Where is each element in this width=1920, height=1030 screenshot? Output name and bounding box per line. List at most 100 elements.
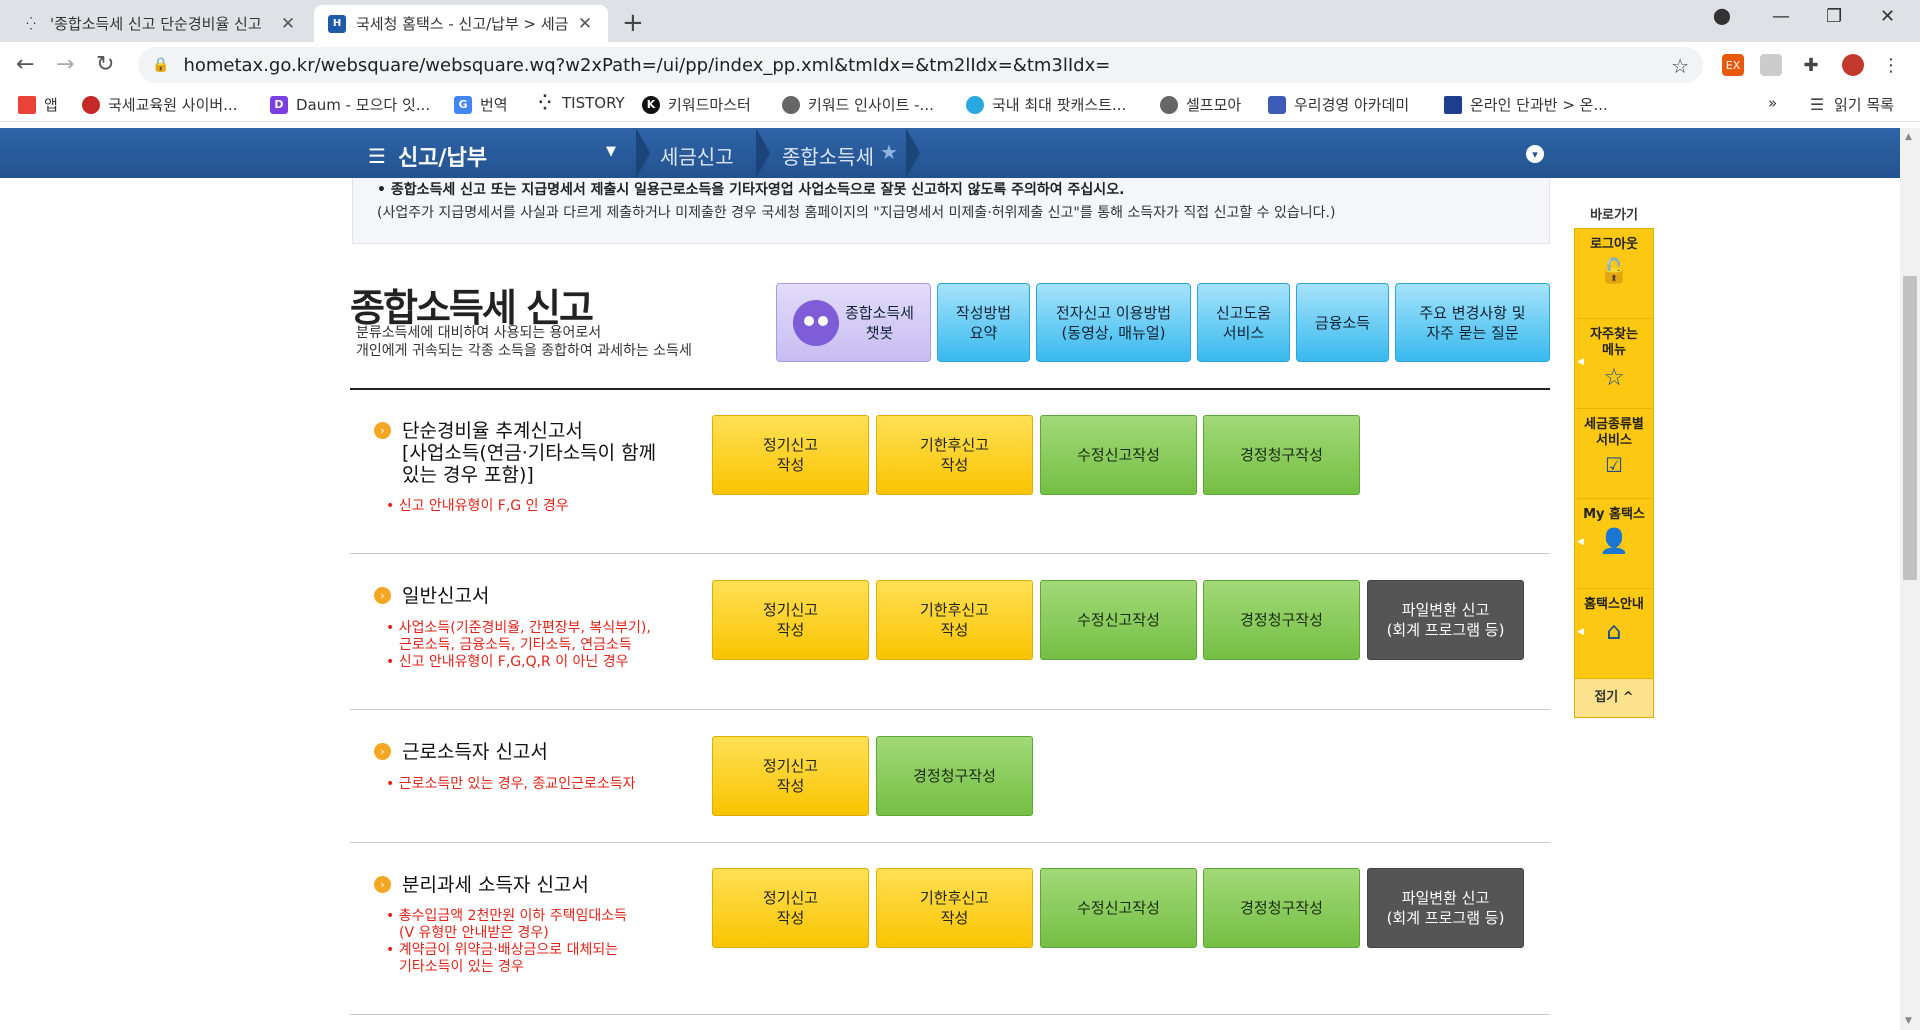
scrollbar-thumb[interactable] bbox=[1903, 276, 1917, 580]
breadcrumb-income-tax[interactable]: 종합소득세 bbox=[782, 141, 874, 170]
globe-icon bbox=[782, 95, 800, 114]
bookmark-item[interactable]: 국세교육원 사이버... bbox=[82, 94, 237, 115]
amend-filing-button[interactable]: 수정신고작성 bbox=[1040, 868, 1197, 948]
close-tab-icon[interactable]: ✕ bbox=[279, 14, 297, 34]
browser-tab-strip: ⁛ '종합소득세 신고 단순경비율 신고 ✕ H 국세청 홈택스 - 신고/납부… bbox=[0, 0, 1920, 42]
minimize-icon[interactable]: — bbox=[1772, 6, 1790, 27]
restore-icon[interactable]: ❐ bbox=[1826, 6, 1842, 27]
bookmark-item[interactable]: D Daum - 모으다 잇... bbox=[270, 94, 430, 115]
reading-list-icon: ☰ bbox=[1809, 95, 1825, 114]
breadcrumb-separator bbox=[636, 128, 650, 178]
bookmark-item[interactable]: K 키워드마스터 bbox=[642, 94, 751, 115]
star-icon: ☆ bbox=[1603, 363, 1625, 391]
refund-claim-button[interactable]: 경정청구작성 bbox=[876, 736, 1033, 816]
refund-claim-button[interactable]: 경정청구작성 bbox=[1203, 580, 1360, 660]
apps-grid-icon bbox=[18, 95, 36, 114]
section-note: • 사업소득(기준경비율, 간편장부, 복식부기), 근로소득, 금융소득, 기… bbox=[386, 620, 651, 670]
section-note: • 근로소득만 있는 경우, 종교인근로소득자 bbox=[386, 776, 636, 792]
new-tab-button[interactable]: + bbox=[622, 8, 644, 38]
quick-tax-service[interactable]: 세금종류별 서비스 ☑ bbox=[1575, 409, 1653, 499]
late-filing-button[interactable]: 기한후신고 작성 bbox=[876, 415, 1033, 495]
regular-filing-button[interactable]: 정기신고 작성 bbox=[712, 868, 869, 948]
extensions-puzzle-icon[interactable]: ✚ bbox=[1800, 54, 1822, 76]
url-text: hometax.go.kr/websquare/websquare.wq?w2x… bbox=[183, 54, 1111, 76]
faq-button[interactable]: 주요 변경사항 및 자주 묻는 질문 bbox=[1395, 283, 1550, 362]
bookmark-item[interactable]: 키워드 인사이트 -... bbox=[782, 94, 934, 115]
tab-title: 국세청 홈택스 - 신고/납부 > 세금 bbox=[356, 15, 569, 33]
tistory-dots-icon: ⁛ bbox=[538, 95, 552, 111]
bookmark-item[interactable]: G 번역 bbox=[454, 94, 508, 115]
bookmark-star-icon[interactable]: ☆ bbox=[1671, 54, 1689, 78]
bookmark-item[interactable]: 온라인 단과반 > 온... bbox=[1444, 94, 1608, 115]
e-filing-guide-button[interactable]: 전자신고 이용방법 (동영상, 매뉴얼) bbox=[1036, 283, 1191, 362]
reading-list-button[interactable]: ☰ 읽기 목록 bbox=[1808, 94, 1894, 115]
quick-hometax-guide[interactable]: ◀ 홈택스안내 ⌂ bbox=[1575, 589, 1653, 679]
bookmark-apps[interactable]: 앱 bbox=[18, 94, 58, 115]
filing-help-button[interactable]: 신고도움 서비스 bbox=[1197, 283, 1290, 362]
late-filing-button[interactable]: 기한후신고 작성 bbox=[876, 868, 1033, 948]
tab-search-icon[interactable]: ⬤ bbox=[1713, 6, 1731, 25]
amend-filing-button[interactable]: 수정신고작성 bbox=[1040, 580, 1197, 660]
page-scrollbar[interactable]: ▲ ▼ bbox=[1900, 128, 1920, 1030]
bookmark-item[interactable]: 우리경영 아카데미 bbox=[1268, 94, 1409, 115]
file-conversion-button[interactable]: 파일변환 신고 (회계 프로그램 등) bbox=[1367, 580, 1524, 660]
back-arrow-icon[interactable]: ← bbox=[16, 52, 34, 77]
section-note: • 총수입금액 2천만원 이하 주택임대소득 (V 유형만 안내받은 경우) •… bbox=[386, 908, 628, 975]
cloud-extension-icon[interactable] bbox=[1760, 54, 1782, 76]
regular-filing-button[interactable]: 정기신고 작성 bbox=[712, 580, 869, 660]
section-divider bbox=[350, 1014, 1550, 1015]
file-conversion-button[interactable]: 파일변환 신고 (회계 프로그램 등) bbox=[1367, 868, 1524, 948]
ex-extension-icon[interactable]: EX bbox=[1722, 54, 1744, 76]
unlock-icon: 🔓 bbox=[1599, 257, 1629, 285]
taegeuk-icon bbox=[82, 95, 100, 114]
quick-frequent-menu[interactable]: ◀ 자주찾는 메뉴 ☆ bbox=[1575, 319, 1653, 409]
regular-filing-button[interactable]: 정기신고 작성 bbox=[712, 415, 869, 495]
left-arrow-icon: ◀ bbox=[1577, 537, 1584, 547]
close-tab-icon[interactable]: ✕ bbox=[576, 14, 594, 34]
quick-menu-body: 로그아웃 🔓 ◀ 자주찾는 메뉴 ☆ 세금종류별 서비스 ☑ ◀ My 홈택스 … bbox=[1574, 228, 1654, 718]
notice-line-1: • 종합소득세 신고 또는 지급명세서 제출시 일용근로소득을 기타자영업 사업… bbox=[377, 182, 1125, 198]
late-filing-button[interactable]: 기한후신고 작성 bbox=[876, 580, 1033, 660]
checkbox-icon: ☑ bbox=[1605, 453, 1623, 477]
browser-tab-active[interactable]: H 국세청 홈택스 - 신고/납부 > 세금 ✕ bbox=[314, 5, 608, 42]
chatbot-button[interactable]: 종합소득세 챗봇 bbox=[776, 283, 931, 362]
bookmarks-overflow[interactable]: » bbox=[1768, 94, 1777, 112]
regular-filing-button[interactable]: 정기신고 작성 bbox=[712, 736, 869, 816]
bookmark-item[interactable]: 셀프모아 bbox=[1160, 94, 1241, 115]
scroll-up-icon[interactable]: ▲ bbox=[1905, 132, 1912, 142]
menu-title: 신고/납부 bbox=[397, 146, 487, 171]
menu-dropdown-icon[interactable]: ▼ bbox=[606, 144, 616, 159]
favorite-star-icon[interactable]: ★ bbox=[880, 140, 898, 164]
breadcrumb-tax-report[interactable]: 세금신고 bbox=[660, 141, 734, 170]
chatbot-icon bbox=[792, 299, 839, 346]
refund-claim-button[interactable]: 경정청구작성 bbox=[1203, 415, 1360, 495]
academy-icon bbox=[1268, 95, 1286, 114]
browser-tab-inactive[interactable]: ⁛ '종합소득세 신고 단순경비율 신고 ✕ bbox=[8, 5, 311, 42]
section-bullet-icon: › bbox=[374, 422, 391, 439]
financial-income-button[interactable]: 금융소득 bbox=[1296, 283, 1389, 362]
address-bar[interactable]: 🔒 hometax.go.kr/websquare/websquare.wq?w… bbox=[138, 47, 1703, 83]
section-title-general: 일반신고서 bbox=[402, 585, 490, 607]
scroll-down-icon[interactable]: ▼ bbox=[1905, 1016, 1912, 1026]
forward-arrow-icon[interactable]: → bbox=[56, 52, 74, 77]
quick-fold-button[interactable]: 접기 ^ bbox=[1575, 679, 1653, 717]
bookmark-item[interactable]: 국내 최대 팟캐스트... bbox=[966, 94, 1126, 115]
menu-kebab-icon[interactable]: ⋮ bbox=[1880, 54, 1902, 76]
amend-filing-button[interactable]: 수정신고작성 bbox=[1040, 415, 1197, 495]
section-divider bbox=[350, 709, 1550, 710]
close-window-icon[interactable]: ✕ bbox=[1880, 6, 1895, 27]
quick-logout[interactable]: 로그아웃 🔓 bbox=[1575, 229, 1653, 319]
page-description: 분류소득세에 대비하여 사용되는 용어로서 개인에게 귀속되는 각종 소득을 종… bbox=[356, 325, 692, 359]
reload-icon[interactable]: ↻ bbox=[96, 52, 114, 77]
profile-avatar-icon[interactable] bbox=[1842, 54, 1864, 76]
section-bullet-icon: › bbox=[374, 876, 391, 893]
section-bullet-icon: › bbox=[374, 587, 391, 604]
quick-my-hometax[interactable]: ◀ My 홈택스 👤 bbox=[1575, 499, 1653, 589]
translate-icon: G bbox=[454, 95, 472, 114]
expand-chevron-icon[interactable]: ▾ bbox=[1526, 145, 1544, 163]
bookmark-item[interactable]: ⁛ TISTORY bbox=[536, 94, 625, 112]
menu-toggle[interactable]: ☰ 신고/납부 bbox=[368, 140, 487, 172]
home-icon: ⌂ bbox=[1606, 617, 1622, 645]
writing-guide-button[interactable]: 작성방법 요약 bbox=[937, 283, 1030, 362]
refund-claim-button[interactable]: 경정청구작성 bbox=[1203, 868, 1360, 948]
